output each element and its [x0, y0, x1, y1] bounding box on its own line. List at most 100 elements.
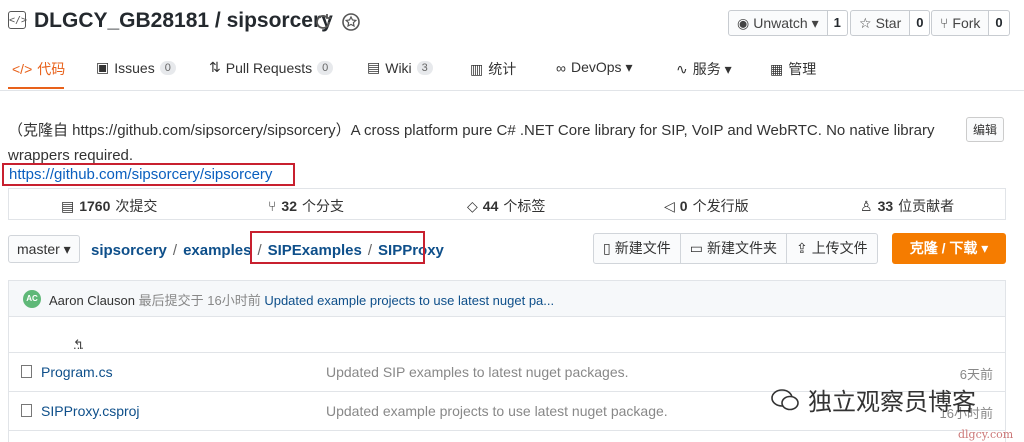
repo-description: （克隆自 https://github.com/sipsorcery/sipso…: [8, 122, 935, 164]
bar-chart-icon: ▥: [470, 60, 484, 77]
tab-devops[interactable]: ∞ DevOps ▾: [556, 59, 632, 76]
stat-releases[interactable]: ◁ 0 个发行版: [664, 196, 749, 216]
tab-pull-requests[interactable]: ⇅ Pull Requests 0: [209, 59, 334, 76]
breadcrumb-sipsorcery[interactable]: sipsorcery: [91, 242, 167, 259]
commit-message[interactable]: Updated example projects to use latest n…: [264, 293, 554, 308]
folder-icon: ▭: [689, 240, 703, 256]
breadcrumb-examples[interactable]: examples: [183, 242, 251, 259]
clone-download-button[interactable]: 克隆 / 下载 ▾: [892, 233, 1006, 264]
branches-count: 32: [281, 198, 297, 214]
pr-count-badge: 0: [317, 60, 334, 75]
file-actions: ▯ 新建文件 ▭ 新建文件夹 ⇪ 上传文件: [593, 233, 878, 264]
avatar[interactable]: AC: [23, 290, 41, 308]
tab-label: Issues: [114, 59, 155, 76]
contributors-count: 33: [877, 198, 894, 214]
breadcrumb-highlight: [250, 231, 425, 264]
watermark: 独立观察员博客: [770, 382, 976, 417]
new-file-button[interactable]: ▯ 新建文件: [593, 233, 681, 264]
tab-manage[interactable]: ▦ 管理: [770, 59, 816, 79]
commit-author[interactable]: Aaron Clauson: [49, 293, 135, 308]
parent-directory-row[interactable]: ↰ ...: [9, 317, 1005, 353]
tab-label: 服务 ▾: [692, 61, 732, 77]
wiki-icon: ▤: [367, 59, 381, 75]
tab-label: 统计: [488, 61, 517, 77]
file-icon: [21, 404, 32, 417]
infinity-icon: ∞: [556, 59, 566, 76]
tab-code[interactable]: </> 代码: [12, 59, 65, 79]
file-name[interactable]: SIPProxy.csproj: [41, 403, 140, 419]
branches-label: 个分支: [301, 198, 344, 214]
watermark-text: 独立观察员博客: [808, 389, 976, 416]
fork-count[interactable]: 0: [989, 10, 1010, 36]
homepage-link[interactable]: https://github.com/sipsorcery/sipsorcery: [9, 166, 272, 183]
tab-label: Pull Requests: [225, 59, 313, 76]
latest-commit: AC Aaron Clauson 最后提交于 16小时前 Updated exa…: [9, 281, 1005, 317]
commits-icon: ▤: [61, 197, 75, 214]
breadcrumb-separator: /: [172, 242, 178, 259]
issues-icon: ▣: [96, 59, 110, 75]
releases-count: 0: [679, 198, 688, 214]
upload-icon: ⇪: [795, 240, 808, 256]
tab-stats[interactable]: ▥ 统计: [470, 59, 516, 79]
sync-icon[interactable]: [313, 12, 333, 32]
new-folder-button[interactable]: ▭ 新建文件夹: [680, 233, 787, 264]
settings-doc-icon: ▦: [770, 60, 784, 77]
pull-request-icon: ⇅: [209, 59, 221, 75]
release-icon: ◁: [664, 197, 675, 214]
pulse-icon: ∿: [676, 60, 688, 77]
issues-count-badge: 0: [159, 60, 176, 75]
tab-label: 管理: [788, 61, 817, 77]
star-count[interactable]: 0: [910, 10, 931, 36]
wechat-icon: [771, 388, 799, 410]
watch-label: Unwatch ▾: [753, 15, 819, 31]
tags-label: 个标签: [503, 198, 546, 214]
new-file-label: 新建文件: [614, 240, 671, 256]
tab-label: DevOps ▾: [570, 59, 633, 75]
file-name[interactable]: Program.cs: [41, 364, 113, 380]
file-commit-message[interactable]: Updated SIP examples to latest nuget pac…: [326, 364, 629, 380]
tab-label: 代码: [37, 61, 66, 77]
tab-label: Wiki: [385, 59, 412, 76]
releases-label: 个发行版: [692, 198, 749, 214]
star-button[interactable]: ☆ Star: [850, 10, 911, 36]
watch-count[interactable]: 1: [827, 10, 848, 36]
edit-description-button[interactable]: 编辑: [966, 117, 1005, 142]
repo-tabs: </> 代码 ▣ Issues 0 ⇅ Pull Requests 0 ▤ Wi…: [0, 52, 1024, 91]
watch-group: ◉ Unwatch ▾ 1: [728, 10, 848, 36]
stat-commits[interactable]: ▤ 1760 次提交: [61, 196, 157, 216]
wiki-count-badge: 3: [416, 60, 433, 75]
new-folder-label: 新建文件夹: [706, 240, 777, 256]
code-icon: </>: [12, 61, 33, 77]
repo-stats: ▤ 1760 次提交 ⑂ 32 个分支 ◇ 44 个标签 ◁ 0 个发行版 ♙ …: [8, 188, 1006, 220]
stat-branches[interactable]: ⑂ 32 个分支: [268, 196, 344, 216]
tab-wiki[interactable]: ▤ Wiki 3: [367, 59, 433, 76]
file-commit-message[interactable]: Updated example projects to use latest n…: [326, 403, 668, 419]
commit-time: 最后提交于 16小时前: [138, 293, 261, 308]
homepage-highlight: https://github.com/sipsorcery/sipsorcery: [2, 163, 295, 186]
new-file-icon: ▯: [603, 240, 611, 256]
contributors-label: 位贡献者: [898, 198, 955, 214]
latest-commit-text: Aaron Clauson 最后提交于 16小时前 Updated exampl…: [49, 290, 554, 309]
star-label: Star: [875, 15, 902, 31]
repo-title[interactable]: DLGCY_GB28181 / sipsorcery: [34, 9, 333, 33]
branch-icon: ⑂: [268, 198, 277, 214]
file-list: AC Aaron Clauson 最后提交于 16小时前 Updated exa…: [8, 280, 1006, 442]
stat-contributors[interactable]: ♙ 33 位贡献者: [860, 196, 954, 216]
fork-button[interactable]: ⑂ Fork: [931, 10, 990, 36]
stat-tags[interactable]: ◇ 44 个标签: [467, 196, 545, 216]
active-tab-indicator: [8, 87, 64, 89]
eye-icon: ◉: [737, 15, 750, 31]
tab-services[interactable]: ∿ 服务 ▾: [676, 59, 732, 79]
star-group: ☆ Star 0: [850, 10, 931, 36]
upload-button[interactable]: ⇪ 上传文件: [786, 233, 878, 264]
tags-count: 44: [482, 198, 499, 214]
fork-group: ⑂ Fork 0: [931, 10, 1010, 36]
tab-issues[interactable]: ▣ Issues 0: [96, 59, 176, 76]
star-icon: ☆: [859, 15, 872, 31]
upload-label: 上传文件: [811, 240, 868, 256]
fork-icon: ⑂: [940, 15, 949, 31]
branch-select[interactable]: master ▾: [8, 235, 80, 263]
commits-count: 1760: [79, 198, 111, 214]
watch-button[interactable]: ◉ Unwatch ▾: [728, 10, 828, 36]
tag-icon: ◇: [467, 197, 478, 214]
